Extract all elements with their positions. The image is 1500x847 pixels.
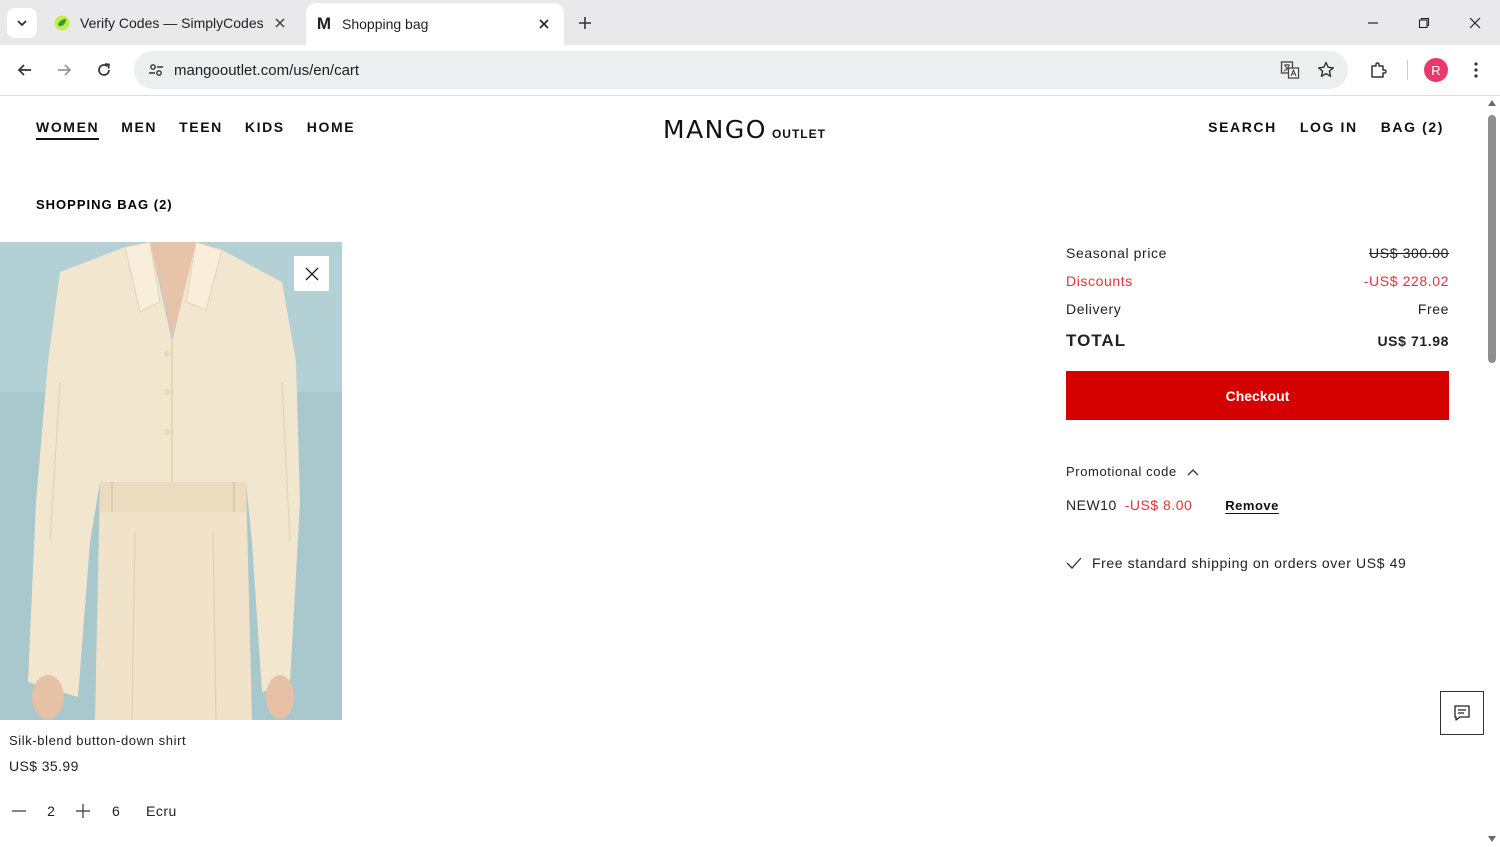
category-nav: WOMEN MEN TEEN KIDS HOME bbox=[36, 119, 355, 140]
new-tab-button[interactable] bbox=[572, 10, 598, 36]
scroll-up-icon[interactable] bbox=[1488, 100, 1496, 106]
promo-code-value: NEW10 bbox=[1066, 497, 1117, 513]
close-window-button[interactable] bbox=[1460, 8, 1490, 38]
reload-button[interactable] bbox=[89, 55, 119, 85]
mango-outlet-logo[interactable]: MANGO OUTLET bbox=[663, 115, 826, 144]
scroll-thumb[interactable] bbox=[1488, 115, 1496, 363]
browser-toolbar: mangooutlet.com/us/en/cart R bbox=[0, 45, 1500, 96]
toolbar-divider bbox=[1407, 60, 1408, 80]
page-scrollbar[interactable] bbox=[1484, 97, 1500, 847]
order-summary: Seasonal price US$ 300.00 Discounts -US$… bbox=[1066, 239, 1449, 571]
promo-code-toggle[interactable]: Promotional code bbox=[1066, 464, 1449, 479]
address-bar[interactable]: mangooutlet.com/us/en/cart bbox=[134, 51, 1348, 89]
close-icon[interactable] bbox=[272, 15, 288, 31]
quantity-value: 2 bbox=[47, 803, 55, 819]
chevron-up-icon bbox=[1187, 468, 1199, 476]
logo-sub: OUTLET bbox=[771, 127, 826, 141]
discounts-label: Discounts bbox=[1066, 273, 1133, 289]
seasonal-price-label: Seasonal price bbox=[1066, 245, 1168, 261]
profile-avatar[interactable]: R bbox=[1424, 58, 1448, 82]
close-icon[interactable] bbox=[536, 16, 552, 32]
product-name[interactable]: Silk-blend button-down shirt bbox=[9, 733, 186, 748]
url-text: mangooutlet.com/us/en/cart bbox=[174, 61, 360, 79]
discounts-row: Discounts -US$ 228.02 bbox=[1066, 267, 1449, 295]
delivery-value: Free bbox=[1417, 301, 1449, 317]
checkout-button[interactable]: Checkout bbox=[1066, 371, 1449, 420]
tab-title: Shopping bag bbox=[342, 16, 429, 32]
login-link[interactable]: LOG IN bbox=[1300, 119, 1358, 138]
total-row: TOTAL US$ 71.98 bbox=[1066, 323, 1449, 359]
plus-icon bbox=[579, 17, 591, 29]
puzzle-icon bbox=[1371, 62, 1387, 78]
translate-icon[interactable] bbox=[1272, 52, 1308, 88]
product-photo-illustration bbox=[0, 242, 342, 720]
remove-item-button[interactable] bbox=[294, 256, 329, 291]
color-value: Ecru bbox=[146, 803, 177, 819]
free-shipping-note: Free standard shipping on orders over US… bbox=[1066, 555, 1449, 571]
size-value[interactable]: 6 bbox=[112, 803, 134, 819]
bookmark-star-icon[interactable] bbox=[1308, 52, 1344, 88]
increase-quantity-button[interactable] bbox=[74, 802, 92, 820]
remove-promo-link[interactable]: Remove bbox=[1225, 498, 1279, 513]
seasonal-price-row: Seasonal price US$ 300.00 bbox=[1066, 239, 1449, 267]
promo-code-label: Promotional code bbox=[1066, 464, 1177, 479]
restore-button[interactable] bbox=[1409, 8, 1439, 38]
restore-icon bbox=[1418, 17, 1430, 29]
minus-icon bbox=[12, 810, 26, 812]
product-image[interactable] bbox=[0, 242, 342, 720]
product-price: US$ 35.99 bbox=[9, 758, 79, 774]
nav-home[interactable]: HOME bbox=[307, 119, 355, 140]
browser-menu-button[interactable] bbox=[1462, 55, 1490, 85]
arrow-right-icon bbox=[58, 64, 72, 76]
total-label: TOTAL bbox=[1066, 331, 1127, 350]
delivery-row: Delivery Free bbox=[1066, 295, 1449, 323]
extensions-button[interactable] bbox=[1363, 55, 1393, 85]
forward-button[interactable] bbox=[49, 55, 79, 85]
page-title: SHOPPING BAG (2) bbox=[36, 197, 173, 212]
more-vert-icon bbox=[1474, 62, 1478, 78]
arrow-left-icon bbox=[17, 64, 31, 76]
minimize-button[interactable] bbox=[1358, 8, 1388, 38]
simplycodes-leaf-icon bbox=[54, 15, 70, 31]
chat-icon bbox=[1454, 705, 1470, 721]
discounts-value: -US$ 228.02 bbox=[1363, 273, 1449, 289]
close-icon bbox=[305, 267, 318, 280]
nav-men[interactable]: MEN bbox=[121, 119, 157, 140]
plus-icon bbox=[76, 804, 90, 818]
seasonal-price-value: US$ 300.00 bbox=[1369, 245, 1449, 261]
search-link[interactable]: SEARCH bbox=[1208, 119, 1277, 138]
site-settings-icon[interactable] bbox=[138, 62, 174, 78]
tab-search-button[interactable] bbox=[7, 8, 37, 38]
nav-women[interactable]: WOMEN bbox=[36, 119, 100, 140]
back-button[interactable] bbox=[10, 55, 40, 85]
tab-shopping-bag[interactable]: M Shopping bag bbox=[306, 3, 564, 45]
chevron-down-icon bbox=[17, 20, 27, 27]
user-nav: SEARCH LOG IN BAG (2) bbox=[1208, 119, 1444, 138]
browser-tab-bar: Verify Codes — SimplyCodes M Shopping ba… bbox=[0, 0, 1500, 45]
check-icon bbox=[1066, 557, 1082, 569]
minimize-icon bbox=[1368, 22, 1378, 24]
mango-m-icon: M bbox=[316, 14, 332, 33]
bag-link[interactable]: BAG (2) bbox=[1381, 119, 1444, 138]
web-page: WOMEN MEN TEEN KIDS HOME MANGO OUTLET SE… bbox=[0, 97, 1484, 847]
logo-main: MANGO bbox=[663, 115, 767, 144]
quantity-row: 2 6 Ecru bbox=[10, 802, 177, 820]
delivery-label: Delivery bbox=[1066, 301, 1122, 317]
decrease-quantity-button[interactable] bbox=[10, 802, 28, 820]
scroll-down-icon[interactable] bbox=[1488, 836, 1496, 842]
total-value: US$ 71.98 bbox=[1377, 333, 1449, 349]
reload-icon bbox=[98, 63, 110, 76]
nav-teen[interactable]: TEEN bbox=[179, 119, 223, 140]
tab-title: Verify Codes — SimplyCodes bbox=[80, 14, 264, 31]
promo-amount: -US$ 8.00 bbox=[1124, 497, 1193, 513]
tab-simplycodes[interactable]: Verify Codes — SimplyCodes bbox=[44, 0, 300, 45]
nav-kids[interactable]: KIDS bbox=[245, 119, 285, 140]
close-icon bbox=[1469, 17, 1481, 29]
chat-button[interactable] bbox=[1440, 691, 1484, 735]
applied-promo: NEW10 -US$ 8.00 Remove bbox=[1066, 497, 1449, 513]
shipping-note-text: Free standard shipping on orders over US… bbox=[1092, 555, 1407, 571]
